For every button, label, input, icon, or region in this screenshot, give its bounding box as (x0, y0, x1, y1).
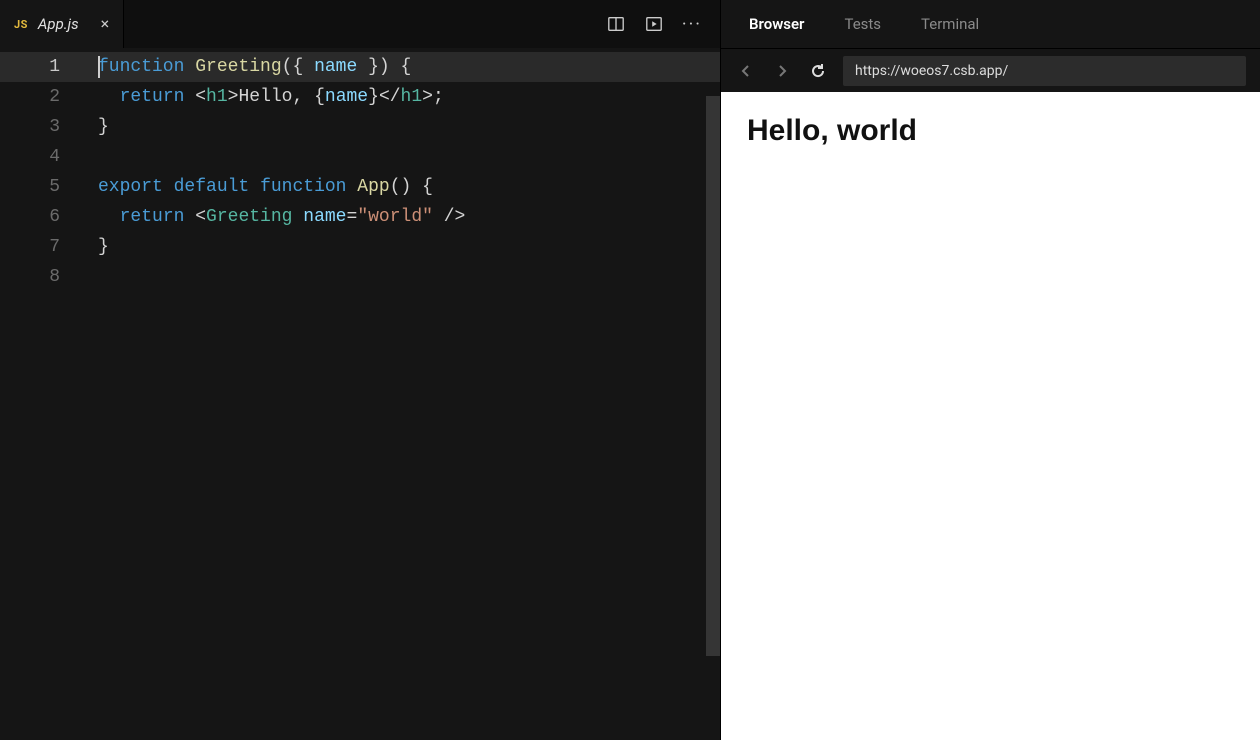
line-number: 3 (0, 112, 88, 142)
line-number: 6 (0, 202, 88, 232)
code-token: >; (422, 87, 444, 107)
code-token: > (228, 87, 239, 107)
code-editor[interactable]: 12345678 function Greeting({ name }) { r… (0, 48, 720, 740)
code-line[interactable]: return <Greeting name="world" /> (88, 202, 720, 232)
vertical-scrollbar[interactable] (706, 96, 720, 656)
preview-tab-bar: Browser Tests Terminal (721, 0, 1260, 48)
code-line[interactable]: } (88, 232, 720, 262)
code-token: default (174, 177, 250, 197)
code-token (184, 57, 195, 77)
line-number: 2 (0, 82, 88, 112)
line-number: 7 (0, 232, 88, 262)
text-cursor (98, 56, 100, 78)
code-token: App (357, 177, 389, 197)
code-token (184, 207, 195, 227)
close-tab-icon[interactable]: × (101, 16, 110, 32)
preview-tab-terminal[interactable]: Terminal (921, 15, 979, 33)
code-token: () { (390, 177, 433, 197)
code-token: } (98, 117, 109, 137)
code-token: Hello, (238, 87, 314, 107)
nav-back-icon[interactable] (735, 60, 757, 82)
editor-pane: JS App.js × ··· 12345678 function Greeti… (0, 0, 720, 740)
code-token: function (98, 57, 184, 77)
preview-pane: Browser Tests Terminal Hello, world (720, 0, 1260, 740)
line-number-gutter: 12345678 (0, 48, 88, 740)
code-token (346, 177, 357, 197)
code-token (98, 207, 120, 227)
url-input[interactable] (843, 56, 1246, 86)
code-token (433, 207, 444, 227)
code-token: return (120, 207, 185, 227)
tab-bar-actions: ··· (606, 0, 720, 48)
code-line[interactable]: } (88, 112, 720, 142)
js-file-icon: JS (14, 18, 28, 31)
code-token (163, 177, 174, 197)
code-token: < (195, 207, 206, 227)
preview-tab-browser[interactable]: Browser (749, 15, 804, 33)
code-token: h1 (401, 87, 423, 107)
line-number: 1 (0, 52, 88, 82)
file-tab-label: App.js (38, 15, 79, 33)
more-actions-icon[interactable]: ··· (682, 14, 702, 35)
browser-viewport: Hello, world (721, 92, 1260, 740)
code-token: } (98, 237, 109, 257)
code-token: { (314, 87, 325, 107)
nav-forward-icon[interactable] (771, 60, 793, 82)
code-token: name (325, 87, 368, 107)
file-tab-app-js[interactable]: JS App.js × (0, 0, 124, 48)
code-token: </ (379, 87, 401, 107)
split-editor-icon[interactable] (606, 14, 626, 34)
line-number: 8 (0, 262, 88, 292)
code-token: "world" (357, 207, 433, 227)
code-content[interactable]: function Greeting({ name }) { return <h1… (88, 48, 720, 740)
scrollbar-thumb[interactable] (706, 96, 720, 656)
output-heading: Hello, world (747, 114, 1234, 148)
code-token: name (314, 57, 357, 77)
code-token: h1 (206, 87, 228, 107)
code-token: /> (444, 207, 466, 227)
browser-address-bar (721, 48, 1260, 92)
code-token: export (98, 177, 163, 197)
code-token (98, 87, 120, 107)
reload-icon[interactable] (807, 60, 829, 82)
code-line[interactable] (88, 142, 720, 172)
code-token: } (368, 87, 379, 107)
code-token: Greeting (195, 57, 281, 77)
code-token: < (195, 87, 206, 107)
code-line[interactable]: export default function App() { (88, 172, 720, 202)
code-token: function (260, 177, 346, 197)
line-number: 4 (0, 142, 88, 172)
line-number: 5 (0, 172, 88, 202)
code-token: }) { (357, 57, 411, 77)
tab-bar-spacer (124, 0, 606, 48)
code-token: return (120, 87, 185, 107)
run-preview-icon[interactable] (644, 14, 664, 34)
code-token: Greeting (206, 207, 292, 227)
code-token (292, 207, 303, 227)
code-line[interactable]: return <h1>Hello, {name}</h1>; (88, 82, 720, 112)
preview-tab-tests[interactable]: Tests (844, 15, 881, 33)
code-token: name (303, 207, 346, 227)
code-token (184, 87, 195, 107)
editor-tab-bar: JS App.js × ··· (0, 0, 720, 48)
code-token: ({ (282, 57, 314, 77)
code-token (249, 177, 260, 197)
code-line[interactable] (88, 262, 720, 292)
code-token: = (347, 207, 358, 227)
code-line[interactable]: function Greeting({ name }) { (88, 52, 720, 82)
